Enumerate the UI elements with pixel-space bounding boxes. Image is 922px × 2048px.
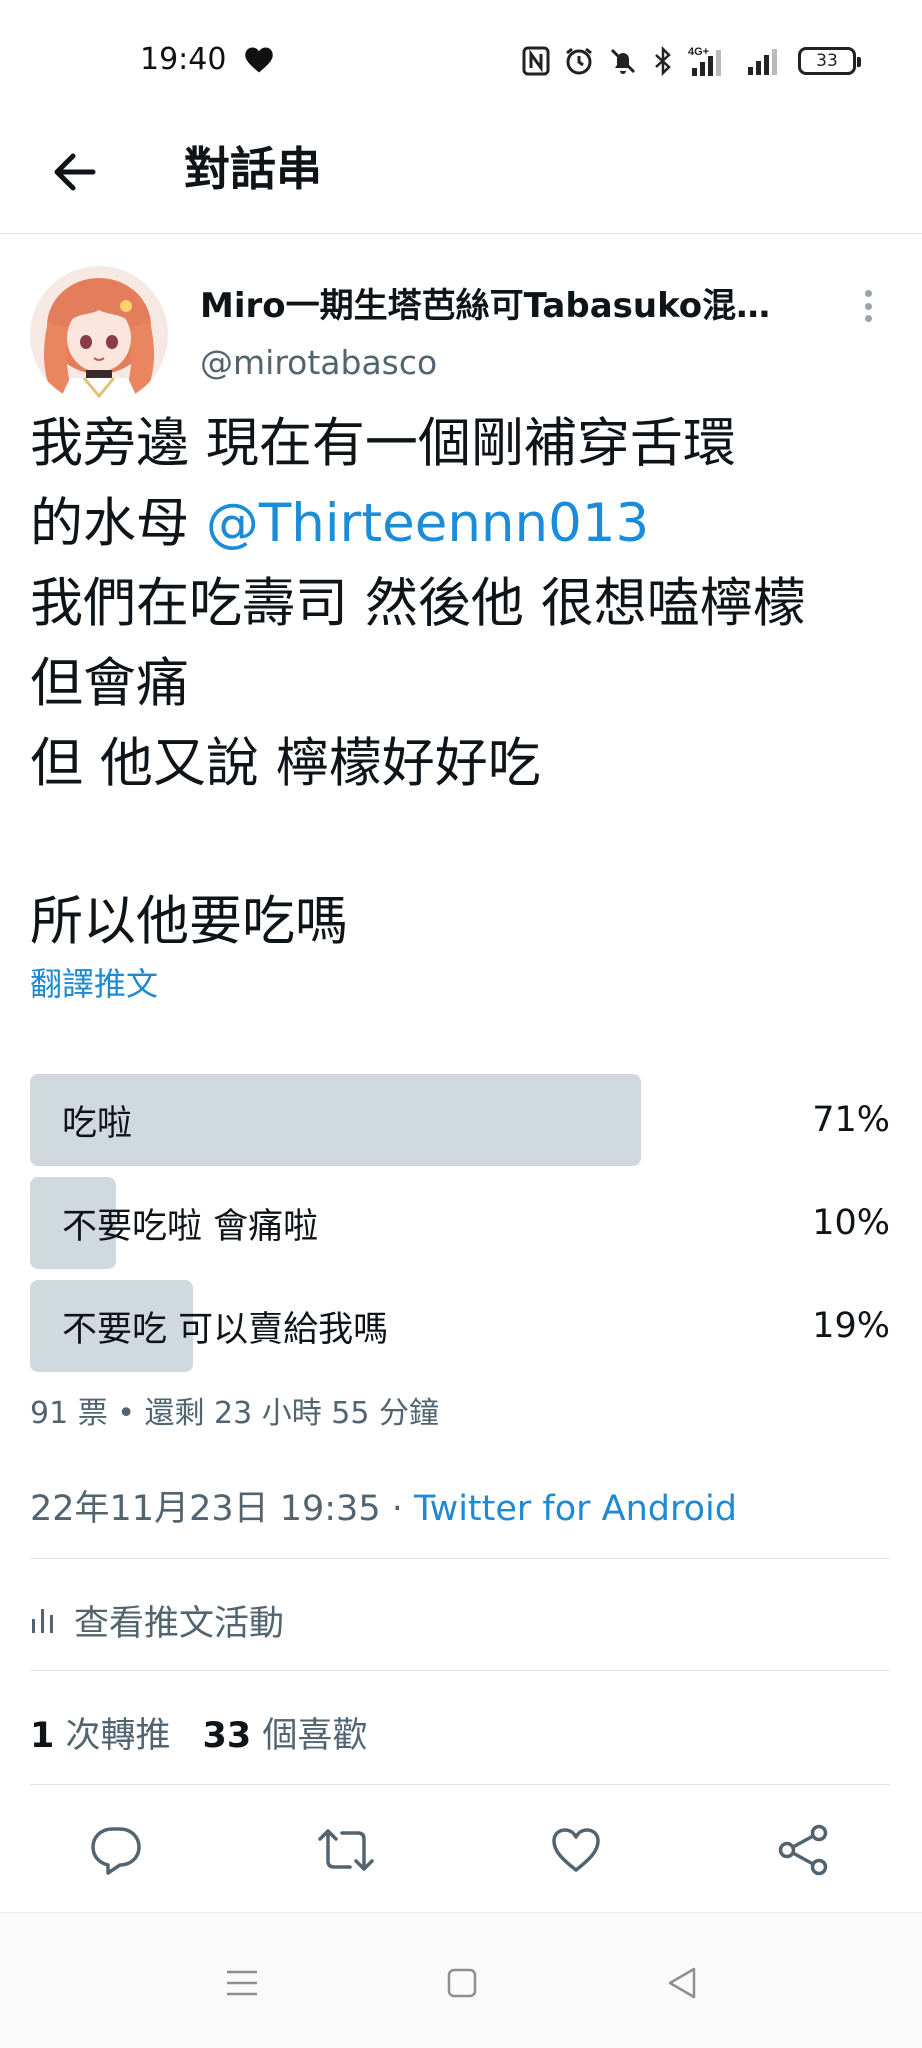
tweet-line: 所以他要吃嗎	[30, 891, 348, 952]
heart-status-icon	[245, 47, 273, 73]
analytics-icon	[32, 1609, 53, 1633]
poll-option: 不要吃啦 會痛啦 10%	[30, 1177, 890, 1269]
nfc-icon	[522, 46, 550, 76]
square-home-icon	[447, 1968, 477, 1998]
retweets-count: 1	[30, 1715, 55, 1756]
poll-meta: 91 票 • 還剩 23 小時 55 分鐘	[30, 1396, 439, 1431]
tweet-line: 的水母 @Thirteennn013	[30, 484, 900, 564]
menu-icon	[227, 1970, 257, 1996]
poll-option: 吃啦 71%	[30, 1074, 890, 1166]
battery-indicator: 33	[798, 47, 861, 75]
svg-text:4G+: 4G+	[688, 46, 709, 58]
more-dot	[864, 290, 872, 297]
alarm-icon	[566, 47, 592, 75]
reply-button[interactable]	[84, 1818, 148, 1882]
translate-tweet-link[interactable]: 翻譯推文	[30, 960, 158, 1008]
poll-option-percent: 71%	[812, 1100, 890, 1140]
arrow-left-icon	[54, 153, 96, 191]
divider	[30, 1784, 890, 1785]
share-button[interactable]	[772, 1818, 836, 1882]
avatar[interactable]	[30, 266, 168, 404]
like-button[interactable]	[544, 1818, 608, 1882]
mention-link[interactable]: @Thirteennn013	[206, 493, 649, 554]
reply-icon	[91, 1827, 141, 1875]
retweets-stat[interactable]: 1 次轉推	[30, 1707, 171, 1758]
signal-icon	[748, 49, 777, 75]
more-dot	[864, 315, 872, 322]
timestamp-date[interactable]: 22年11月23日 19:35 ·	[30, 1489, 414, 1529]
back-button[interactable]	[44, 142, 104, 202]
tweet-line: 我旁邊 現在有一個剛補穿舌環	[30, 413, 736, 474]
tweet-line-text: 的水母	[30, 493, 206, 554]
status-icons: 4G+ 33	[522, 44, 861, 78]
tweet-text: 我旁邊 現在有一個剛補穿舌環 的水母 @Thirteennn013 我們在吃壽司…	[30, 404, 900, 962]
likes-stat[interactable]: 33 個喜歡	[203, 1707, 368, 1758]
source-link[interactable]: Twitter for Android	[414, 1489, 737, 1529]
poll-option-label: 不要吃啦 會痛啦	[62, 1206, 319, 1247]
poll-option-label: 吃啦	[62, 1103, 133, 1144]
tweet-line: 但 他又說 檸檬好好吃	[30, 733, 541, 794]
retweet-button[interactable]	[314, 1818, 378, 1882]
signal-4g-icon: 4G+	[688, 46, 721, 76]
engagement-stats: 1 次轉推 33 個喜歡	[30, 1706, 367, 1758]
tweet-line: 但會痛	[30, 653, 189, 714]
status-time: 19:40	[140, 42, 227, 77]
more-vertical-icon[interactable]	[856, 284, 880, 328]
more-dot	[864, 302, 872, 310]
poll: 吃啦 71% 不要吃啦 會痛啦 10% 不要吃 可以賣給我嗎 19%	[30, 1074, 890, 1383]
triangle-back-icon	[668, 1967, 696, 1999]
mute-icon	[610, 48, 636, 74]
retweet-icon	[318, 1829, 374, 1871]
display-name[interactable]: Miro一期生塔芭絲可Tabasuko混…	[200, 284, 800, 328]
heart-icon	[552, 1828, 600, 1872]
poll-option-label: 不要吃 可以賣給我嗎	[62, 1309, 389, 1350]
view-activity-label: 查看推文活動	[74, 1603, 285, 1644]
divider	[30, 1558, 890, 1559]
view-activity-button[interactable]: 查看推文活動	[30, 1594, 284, 1646]
tweet-actions	[0, 1810, 922, 1890]
tweet-timestamp: 22年11月23日 19:35 · Twitter for Android	[30, 1484, 737, 1534]
likes-label: 個喜歡	[251, 1715, 368, 1756]
avatar-image	[30, 266, 168, 404]
back-nav-button[interactable]	[652, 1953, 712, 2013]
menu-nav-button[interactable]	[212, 1953, 272, 2013]
tweet-line: 我們在吃壽司 然後他 很想嗑檸檬	[30, 573, 806, 634]
likes-count: 33	[202, 1715, 252, 1756]
system-nav-bar	[0, 1913, 922, 2048]
home-nav-button[interactable]	[432, 1953, 492, 2013]
divider	[30, 1670, 890, 1671]
poll-option-percent: 10%	[812, 1203, 890, 1243]
share-icon	[778, 1824, 828, 1876]
bluetooth-icon	[655, 46, 671, 76]
page-title: 對話串	[184, 142, 322, 196]
poll-option: 不要吃 可以賣給我嗎 19%	[30, 1280, 890, 1372]
status-bar: 19:40 4G+ 33	[0, 0, 922, 120]
retweets-label: 次轉推	[54, 1715, 171, 1756]
poll-option-percent: 19%	[812, 1306, 890, 1346]
header: 對話串	[0, 120, 922, 234]
user-handle[interactable]: @mirotabasco	[200, 340, 437, 386]
